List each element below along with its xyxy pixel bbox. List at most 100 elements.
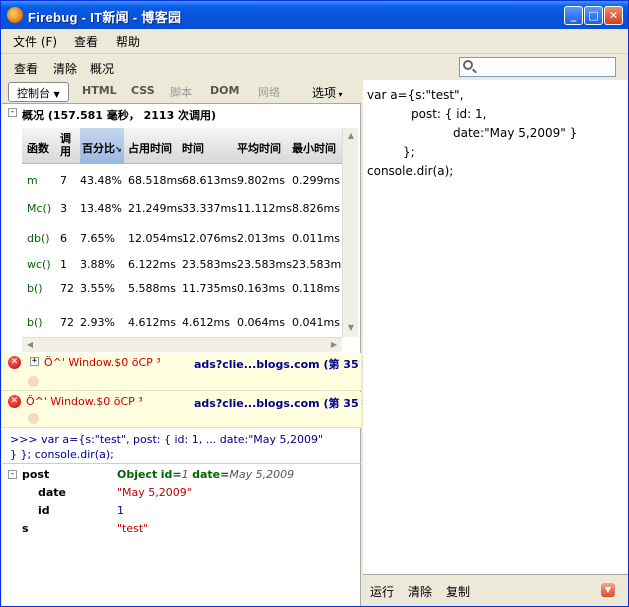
object-date-key: date= <box>192 468 230 481</box>
cell-avg-time: 11.112ms <box>237 202 292 215</box>
options-arrow-icon: ▾ <box>336 90 343 99</box>
clear-button[interactable]: 清除 <box>53 60 77 77</box>
console-panel: 控制台 ▼ HTML CSS 脚本 DOM 网络 选项 ▾ - 概况 (157.… <box>2 80 378 606</box>
object-id-key: id= <box>160 468 182 481</box>
menu-help[interactable]: 帮助 <box>116 33 140 50</box>
collapse-icon[interactable]: - <box>8 470 17 479</box>
col-time[interactable]: 时间 <box>182 140 204 156</box>
collapse-icon[interactable]: - <box>8 108 17 117</box>
close-button[interactable]: ✕ <box>604 6 623 25</box>
run-button[interactable]: 运行 <box>370 583 394 600</box>
cell-percent: 13.48% <box>80 202 122 215</box>
cell-percent: 3.55% <box>80 282 115 295</box>
code-line[interactable]: var a={s:"test", <box>367 88 463 102</box>
minimize-button[interactable]: _ <box>564 6 583 25</box>
error-message[interactable]: Ö^' Window.$0 öCP ³ <box>44 356 161 369</box>
expand-icon[interactable]: + <box>30 357 39 366</box>
error-row[interactable]: ✕ Ö^' Window.$0 öCP ³ ads?clie...blogs.c… <box>2 392 378 428</box>
tab-dom[interactable]: DOM <box>210 84 239 97</box>
options-menu[interactable]: 选项 ▾ <box>312 84 343 101</box>
dir-row-s[interactable]: s "test" <box>2 522 361 540</box>
table-row[interactable]: db() 6 7.65% 12.054ms 12.076ms 2.013ms 0… <box>22 224 342 252</box>
command-editor[interactable]: var a={s:"test", post: { id: 1, date:"Ma… <box>363 80 628 606</box>
menu-bar: 文件 (F) 查看 帮助 <box>1 29 628 53</box>
col-function[interactable]: 函数 <box>27 140 49 156</box>
cell-own-time: 5.588ms <box>128 282 176 295</box>
menu-view[interactable]: 查看 <box>74 33 98 50</box>
cell-function[interactable]: Mc() <box>27 202 51 215</box>
scroll-left-icon[interactable]: ◀ <box>24 339 36 351</box>
maximize-button[interactable]: □ <box>584 6 603 25</box>
cell-calls: 72 <box>60 316 74 329</box>
cell-function[interactable]: b() <box>27 282 43 295</box>
breakpoint-icon[interactable] <box>28 376 39 387</box>
firebug-window: Firebug - IT新闻 - 博客园 _ □ ✕ 文件 (F) 查看 帮助 … <box>0 0 629 607</box>
dir-row-id[interactable]: id 1 <box>2 504 361 522</box>
clear-editor-button[interactable]: 清除 <box>408 583 432 600</box>
error-source-link[interactable]: ads?clie...blogs.com (第 35 行) <box>194 395 378 411</box>
object-id-value: 1 <box>181 468 189 481</box>
dir-row-date[interactable]: date "May 5,2009" <box>2 486 361 504</box>
col-calls[interactable]: 调用 <box>60 132 72 158</box>
cell-time: 12.076ms <box>182 232 237 245</box>
table-row[interactable]: b() 72 2.93% 4.612ms 4.612ms 0.064ms 0.0… <box>22 308 342 336</box>
tab-console-label: 控制台 <box>17 87 50 100</box>
cell-function[interactable]: wc() <box>27 258 51 271</box>
inspect-button[interactable]: 查看 <box>14 60 38 77</box>
col-avg-time[interactable]: 平均时间 <box>237 140 281 156</box>
code-line[interactable]: post: { id: 1, <box>411 107 486 121</box>
profile-table-header: 函数 调用 百分比↘ 占用时间 时间 平均时间 最小时间 <box>22 128 342 164</box>
property-name: s <box>22 522 29 535</box>
search-input[interactable] <box>459 57 616 77</box>
property-value[interactable]: Object id=1 date=May 5,2009 <box>117 468 294 481</box>
cell-calls: 7 <box>60 174 67 187</box>
profile-button[interactable]: 概况 <box>90 60 114 77</box>
error-row[interactable]: ✕ + Ö^' Window.$0 öCP ³ ads?clie...blogs… <box>2 353 378 391</box>
table-row[interactable]: b() 72 3.55% 5.588ms 11.735ms 0.163ms 0.… <box>22 274 342 302</box>
property-name: date <box>38 486 67 499</box>
code-line[interactable]: }; <box>403 145 415 159</box>
code-line[interactable]: date:"May 5,2009" } <box>453 126 577 140</box>
error-message[interactable]: Ö^' Window.$0 öCP ³ <box>26 395 143 408</box>
col-own-time[interactable]: 占用时间 <box>128 140 172 156</box>
command-line-1: >>> var a={s:"test", post: { id: 1, ... … <box>10 433 324 446</box>
tab-console[interactable]: 控制台 ▼ <box>8 82 69 102</box>
collapse-editor-icon[interactable]: ▼ <box>601 583 615 597</box>
cell-avg-time: 0.064ms <box>237 316 285 329</box>
table-row[interactable]: Mc() 3 13.48% 21.249ms 33.337ms 11.112ms… <box>22 194 342 222</box>
col-min-time[interactable]: 最小时间 <box>292 140 336 156</box>
scroll-up-icon[interactable]: ▲ <box>345 130 357 142</box>
cell-function[interactable]: m <box>27 174 38 187</box>
code-line[interactable]: console.dir(a); <box>367 164 453 178</box>
panel-tabs: 控制台 ▼ HTML CSS 脚本 DOM 网络 选项 ▾ <box>2 80 361 104</box>
copy-button[interactable]: 复制 <box>446 583 470 600</box>
scroll-right-icon[interactable]: ▶ <box>328 339 340 351</box>
cell-function[interactable]: b() <box>27 316 43 329</box>
breakpoint-icon[interactable] <box>28 413 39 424</box>
menu-file[interactable]: 文件 (F) <box>13 33 57 50</box>
error-source-link[interactable]: ads?clie...blogs.com (第 35 行) <box>194 356 378 372</box>
title-bar[interactable]: Firebug - IT新闻 - 博客园 _ □ ✕ <box>1 1 628 29</box>
cell-time: 4.612ms <box>182 316 230 329</box>
tab-script[interactable]: 脚本 <box>170 84 192 100</box>
scroll-down-icon[interactable]: ▼ <box>345 322 357 334</box>
dir-row-post[interactable]: - post Object id=1 date=May 5,2009 <box>2 468 361 486</box>
cell-time: 68.613ms <box>182 174 237 187</box>
tab-net[interactable]: 网络 <box>258 84 280 100</box>
cell-percent: 7.65% <box>80 232 115 245</box>
cell-function[interactable]: db() <box>27 232 50 245</box>
vertical-scrollbar[interactable]: ▲ ▼ <box>342 128 358 337</box>
editor-toolbar: 运行 清除 复制 ▼ <box>363 574 628 606</box>
horizontal-scrollbar[interactable]: ◀ ▶ <box>22 337 342 352</box>
sort-icon: ↘ <box>115 145 122 154</box>
col-percent[interactable]: 百分比↘ <box>82 140 122 156</box>
cell-percent: 2.93% <box>80 316 115 329</box>
property-name: post <box>22 468 50 481</box>
tab-css[interactable]: CSS <box>131 84 155 97</box>
table-row[interactable]: m 7 43.48% 68.518ms 68.613ms 9.802ms 0.2… <box>22 166 342 194</box>
error-icon: ✕ <box>8 356 21 369</box>
cell-own-time: 12.054ms <box>128 232 183 245</box>
cell-calls: 6 <box>60 232 67 245</box>
tab-html[interactable]: HTML <box>82 84 117 97</box>
cell-avg-time: 23.583ms <box>237 258 292 271</box>
